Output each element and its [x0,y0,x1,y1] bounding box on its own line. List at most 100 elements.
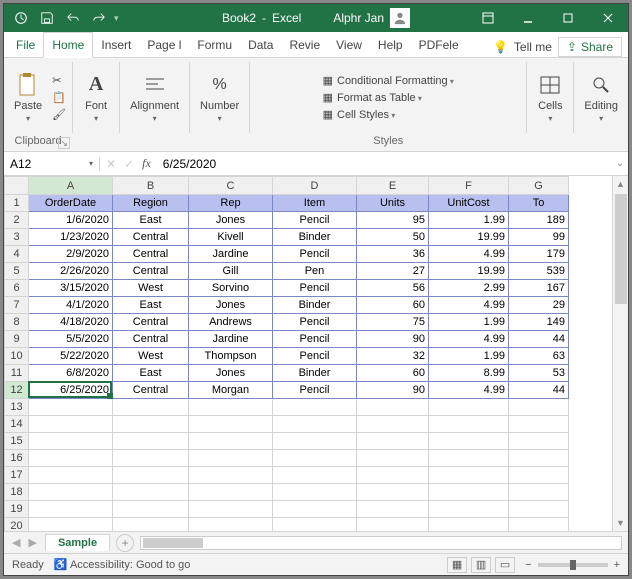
tab-view[interactable]: View [328,33,370,57]
tab-file[interactable]: File [8,33,43,57]
cell[interactable]: Region [113,195,189,212]
cell[interactable]: Pencil [273,348,357,365]
cell[interactable] [113,467,189,484]
cell[interactable]: 539 [509,263,569,280]
cell[interactable]: Jones [189,365,273,382]
view-page-break[interactable]: ▭ [495,557,515,573]
cell[interactable]: Pen [273,263,357,280]
cell[interactable]: 44 [509,331,569,348]
cell[interactable] [29,518,113,532]
cell[interactable]: 60 [357,365,429,382]
row-header[interactable]: 17 [5,467,29,484]
sheet-nav-prev[interactable]: ◀ [12,536,20,549]
cell[interactable]: 1.99 [429,314,509,331]
cell[interactable] [113,484,189,501]
cell[interactable]: 63 [509,348,569,365]
horizontal-scrollbar[interactable] [140,536,622,550]
tab-review[interactable]: Revie [281,33,328,57]
tab-pdfelement[interactable]: PDFele [411,33,467,57]
cell[interactable] [273,467,357,484]
cell[interactable] [509,518,569,532]
cell[interactable]: 189 [509,212,569,229]
row-header[interactable]: 1 [5,195,29,212]
cell[interactable] [29,501,113,518]
cell[interactable]: 6/25/2020 [29,382,113,399]
cell[interactable] [273,484,357,501]
save-icon[interactable] [36,7,58,29]
cell[interactable]: 19.99 [429,263,509,280]
cell[interactable]: Jardine [189,331,273,348]
col-header-G[interactable]: G [509,177,569,195]
cell[interactable] [357,450,429,467]
enter-icon[interactable]: ✓ [124,157,134,171]
view-normal[interactable]: ▦ [447,557,467,573]
cell[interactable] [113,399,189,416]
cell[interactable]: 32 [357,348,429,365]
cell[interactable]: 50 [357,229,429,246]
cell[interactable]: Item [273,195,357,212]
format-painter-icon[interactable]: 🖌 [52,108,66,121]
conditional-formatting[interactable]: ▦Conditional Formatting [319,73,458,88]
cell[interactable] [357,467,429,484]
cell[interactable] [113,518,189,532]
cell[interactable]: 167 [509,280,569,297]
cell[interactable]: Jardine [189,246,273,263]
row-header[interactable]: 14 [5,416,29,433]
cell[interactable]: 4/18/2020 [29,314,113,331]
cell[interactable]: 6/8/2020 [29,365,113,382]
cell[interactable]: 90 [357,382,429,399]
cells-button[interactable]: Cells▾ [533,70,567,125]
select-all[interactable] [5,177,29,195]
cell[interactable] [357,399,429,416]
cell[interactable] [509,467,569,484]
cell[interactable]: Pencil [273,212,357,229]
col-header-C[interactable]: C [189,177,273,195]
cell[interactable] [189,416,273,433]
alignment-button[interactable]: Alignment▾ [126,70,183,125]
expand-formula-bar[interactable]: ⌄ [612,158,628,169]
cell[interactable]: 1.99 [429,212,509,229]
format-as-table[interactable]: ▦Format as Table [319,90,426,105]
cell[interactable]: 2/26/2020 [29,263,113,280]
view-page-layout[interactable]: ▥ [471,557,491,573]
row-header[interactable]: 16 [5,450,29,467]
cell[interactable]: 19.99 [429,229,509,246]
zoom-slider[interactable] [538,563,608,567]
cell[interactable] [509,501,569,518]
cell[interactable] [509,450,569,467]
cell[interactable]: 4.99 [429,246,509,263]
cell[interactable] [357,484,429,501]
cell[interactable] [189,399,273,416]
accessibility-status[interactable]: ♿ Accessibility: Good to go [54,558,191,571]
cell[interactable] [29,484,113,501]
cell[interactable]: Kivell [189,229,273,246]
font-button[interactable]: A Font▾ [79,70,113,125]
cell[interactable]: 4.99 [429,297,509,314]
cell[interactable]: Central [113,229,189,246]
cell[interactable]: 27 [357,263,429,280]
cell[interactable] [189,450,273,467]
col-header-A[interactable]: A [29,177,113,195]
cell[interactable] [189,518,273,532]
cell[interactable] [429,518,509,532]
col-header-B[interactable]: B [113,177,189,195]
ribbon-options-button[interactable] [468,4,508,32]
cell[interactable]: Central [113,331,189,348]
avatar[interactable] [390,8,410,28]
row-header[interactable]: 8 [5,314,29,331]
cell[interactable] [113,450,189,467]
sheet-nav-next[interactable]: ▶ [28,536,36,549]
cell[interactable]: West [113,280,189,297]
cell[interactable]: 60 [357,297,429,314]
close-button[interactable] [588,4,628,32]
sheet-tab-sample[interactable]: Sample [45,534,110,551]
cell[interactable] [429,484,509,501]
cell[interactable] [273,399,357,416]
cell[interactable] [509,416,569,433]
cell-styles[interactable]: ▦Cell Styles [319,107,400,122]
cell[interactable] [357,433,429,450]
formula-input[interactable]: 6/25/2020 [157,157,612,171]
redo-icon[interactable] [88,7,110,29]
cell[interactable] [29,399,113,416]
cell[interactable] [429,450,509,467]
